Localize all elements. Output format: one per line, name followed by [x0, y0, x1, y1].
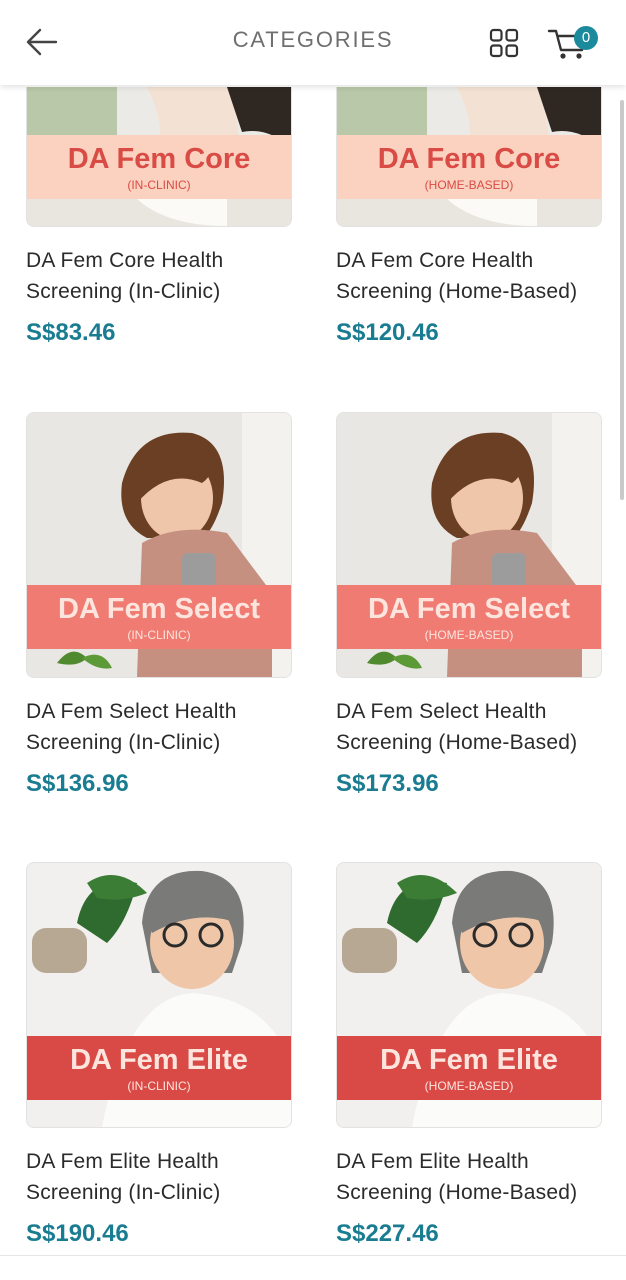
product-banner: DA Fem Select (HOME-BASED)	[337, 585, 601, 649]
product-card[interactable]: DA Fem Select (IN-CLINIC) DA Fem Select …	[26, 412, 292, 798]
product-banner: DA Fem Core (HOME-BASED)	[337, 135, 601, 199]
scrollbar[interactable]	[620, 100, 624, 500]
product-name: DA Fem Core Health Screening (Home-Based…	[336, 249, 578, 303]
banner-subtitle: (IN-CLINIC)	[127, 628, 191, 642]
product-banner: DA Fem Select (IN-CLINIC)	[27, 585, 291, 649]
banner-title: DA Fem Core	[67, 143, 251, 175]
product-image: DA Fem Elite (HOME-BASED)	[336, 862, 602, 1128]
product-card[interactable]: DA Fem Core (IN-CLINIC) DA Fem Core Heal…	[26, 87, 292, 347]
banner-title: DA Fem Elite	[380, 1044, 558, 1076]
product-image: DA Fem Core (IN-CLINIC)	[26, 87, 292, 227]
product-price: S$173.96	[336, 770, 439, 797]
banner-title: DA Fem Core	[377, 143, 561, 175]
banner-subtitle: (HOME-BASED)	[424, 1079, 514, 1093]
product-banner: DA Fem Core (IN-CLINIC)	[27, 135, 291, 199]
product-card[interactable]: DA Fem Core (HOME-BASED) DA Fem Core Hea…	[336, 87, 602, 347]
product-price: S$120.46	[336, 319, 439, 346]
grid-icon	[489, 28, 519, 58]
divider	[0, 1255, 626, 1256]
product-card[interactable]: DA Fem Elite (IN-CLINIC) DA Fem Elite He…	[26, 862, 292, 1248]
product-image: DA Fem Select (IN-CLINIC)	[26, 412, 292, 678]
product-card[interactable]: DA Fem Elite (HOME-BASED) DA Fem Elite H…	[336, 862, 602, 1248]
product-name: DA Fem Core Health Screening (In-Clinic)	[26, 249, 224, 303]
grid-view-button[interactable]	[487, 26, 521, 60]
product-name: DA Fem Elite Health Screening (In-Clinic…	[26, 1150, 221, 1204]
top-app-bar: CATEGORIES	[0, 0, 626, 85]
cart-count-badge: 0	[574, 26, 598, 50]
product-name: DA Fem Select Health Screening (Home-Bas…	[336, 700, 578, 754]
banner-subtitle: (HOME-BASED)	[424, 628, 514, 642]
product-card[interactable]: DA Fem Select (HOME-BASED) DA Fem Select…	[336, 412, 602, 798]
product-image: DA Fem Elite (IN-CLINIC)	[26, 862, 292, 1128]
banner-title: DA Fem Select	[58, 593, 260, 625]
product-banner: DA Fem Elite (IN-CLINIC)	[27, 1036, 291, 1100]
product-name: DA Fem Select Health Screening (In-Clini…	[26, 700, 237, 754]
banner-subtitle: (HOME-BASED)	[424, 178, 514, 192]
banner-subtitle: (IN-CLINIC)	[127, 1079, 191, 1093]
page-title: CATEGORIES	[232, 27, 394, 52]
banner-subtitle: (IN-CLINIC)	[127, 178, 191, 192]
product-image: DA Fem Select (HOME-BASED)	[336, 412, 602, 678]
product-banner: DA Fem Elite (HOME-BASED)	[337, 1036, 601, 1100]
product-image: DA Fem Core (HOME-BASED)	[336, 87, 602, 227]
banner-title: DA Fem Elite	[70, 1044, 248, 1076]
product-price: S$190.46	[26, 1220, 129, 1247]
product-name: DA Fem Elite Health Screening (Home-Base…	[336, 1150, 578, 1204]
product-price: S$136.96	[26, 770, 129, 797]
product-price: S$227.46	[336, 1220, 439, 1247]
product-price: S$83.46	[26, 319, 116, 346]
banner-title: DA Fem Select	[368, 593, 570, 625]
